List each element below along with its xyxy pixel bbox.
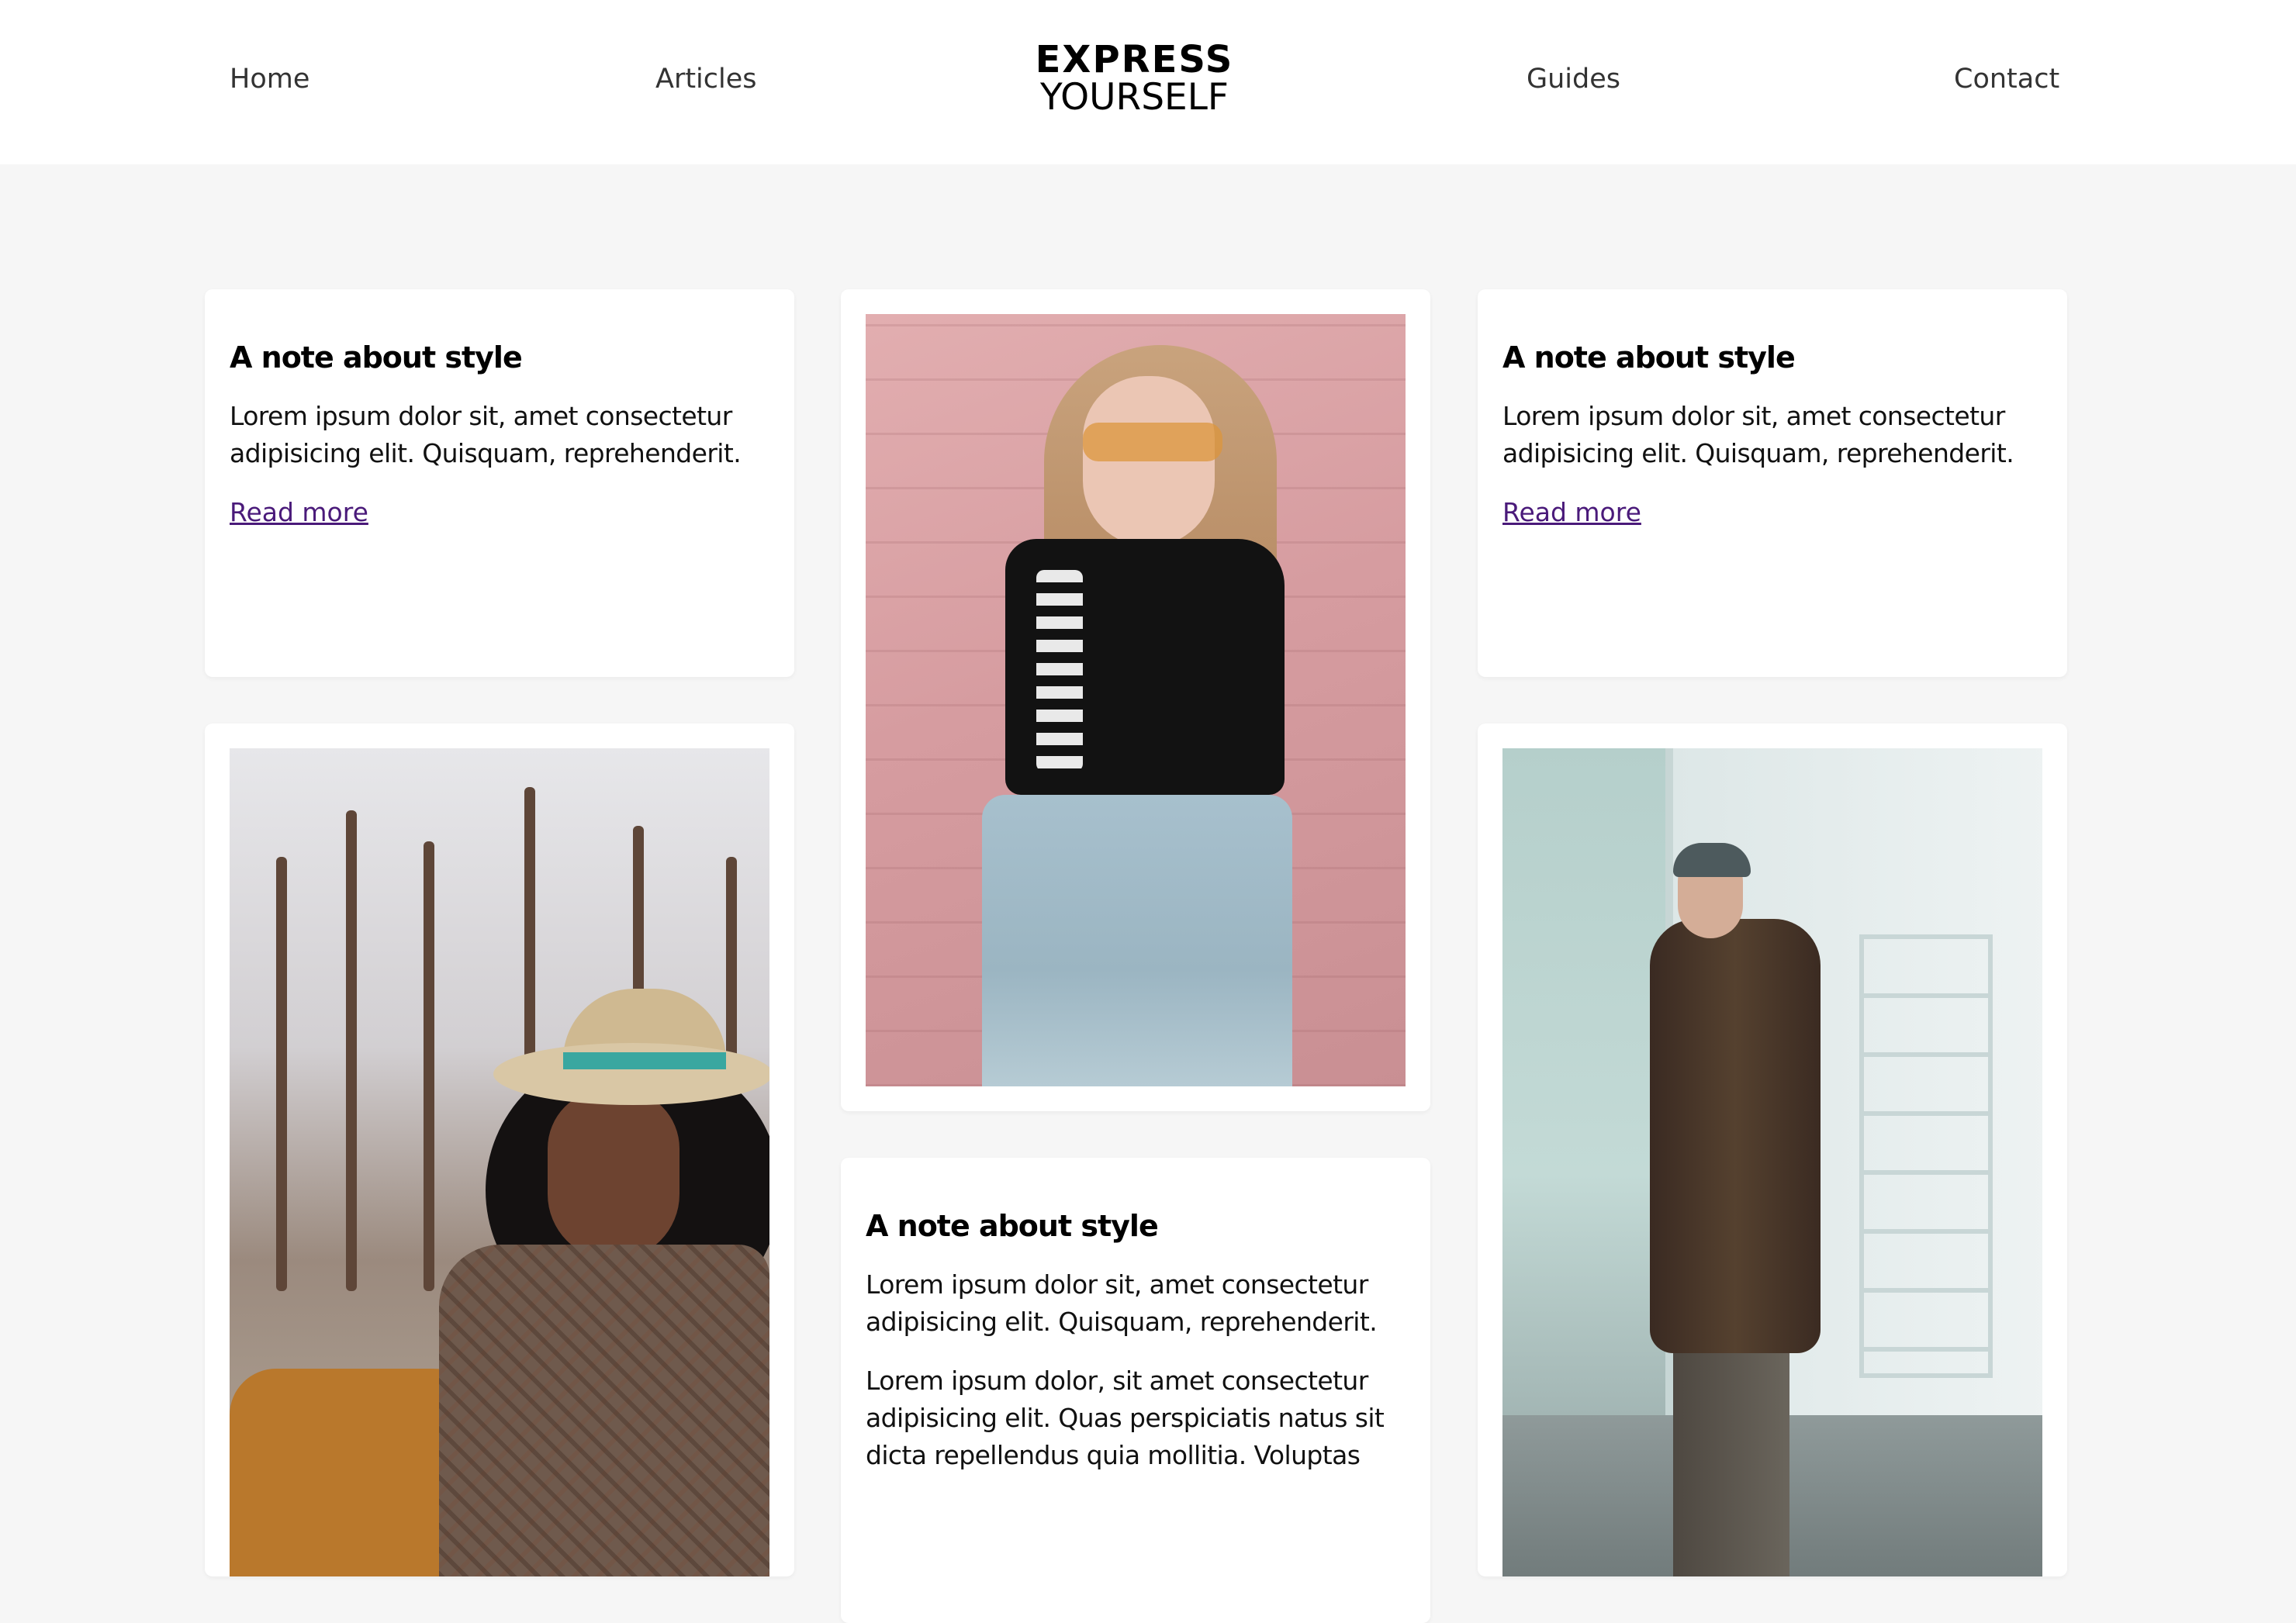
photo-door-panel-shape xyxy=(1859,934,1993,1378)
card-body: A note about style Lorem ipsum dolor sit… xyxy=(1502,339,2042,531)
photo-coat-shape xyxy=(1650,919,1821,1353)
photo-sunglasses-shape xyxy=(1083,423,1222,461)
photo-face-shape xyxy=(1083,376,1215,547)
image-card xyxy=(205,723,794,1576)
card-text: Lorem ipsum dolor sit, amet consectetur … xyxy=(230,401,742,468)
nav-articles-link[interactable]: Articles xyxy=(655,62,757,96)
nav-home-link[interactable]: Home xyxy=(230,62,309,96)
card-text: Lorem ipsum dolor sit, amet consectetur … xyxy=(866,1269,1378,1337)
photo-woman-hat-trees xyxy=(230,748,769,1576)
photo-tree-shape xyxy=(424,841,434,1291)
photo-jacket-shape xyxy=(439,1245,769,1576)
article-card: A note about style Lorem ipsum dolor sit… xyxy=(841,1158,1430,1623)
nav-guides-link[interactable]: Guides xyxy=(1527,62,1620,96)
card-text-secondary: Lorem ipsum dolor, sit amet consectetur … xyxy=(866,1366,1385,1470)
photo-hat-band-shape xyxy=(563,1052,726,1069)
photo-shirt-print-shape xyxy=(1036,570,1083,772)
read-more-link[interactable]: Read more xyxy=(1502,497,1641,527)
site-logo[interactable]: EXPRESS YOURSELF xyxy=(1032,40,1237,116)
logo-line-2: YOURSELF xyxy=(1040,76,1229,119)
logo-line-1: EXPRESS xyxy=(1035,38,1234,81)
photo-tree-shape xyxy=(346,810,357,1291)
card-title: A note about style xyxy=(1502,340,1796,375)
photo-tree-shape xyxy=(276,857,287,1291)
article-card: A note about style Lorem ipsum dolor sit… xyxy=(205,289,794,677)
image-card xyxy=(841,289,1430,1111)
site-header: Home Articles EXPRESS YOURSELF Guides Co… xyxy=(0,0,2296,164)
photo-legs-shape xyxy=(1673,1338,1789,1576)
article-card: A note about style Lorem ipsum dolor sit… xyxy=(1478,289,2067,677)
photo-cap-shape xyxy=(1673,843,1751,877)
card-body: A note about style Lorem ipsum dolor sit… xyxy=(866,1207,1406,1496)
photo-man-long-coat xyxy=(1502,748,2042,1576)
image-card xyxy=(1478,723,2067,1576)
card-title: A note about style xyxy=(866,1209,1159,1243)
nav-contact-link[interactable]: Contact xyxy=(1954,62,2059,96)
photo-face-shape xyxy=(548,1089,679,1260)
card-body: A note about style Lorem ipsum dolor sit… xyxy=(230,339,769,531)
card-title: A note about style xyxy=(230,340,523,375)
photo-woman-pink-wall xyxy=(866,314,1406,1086)
photo-jeans-shape xyxy=(982,795,1292,1086)
card-text: Lorem ipsum dolor sit, amet consectetur … xyxy=(1502,401,2014,468)
read-more-link[interactable]: Read more xyxy=(230,497,368,527)
